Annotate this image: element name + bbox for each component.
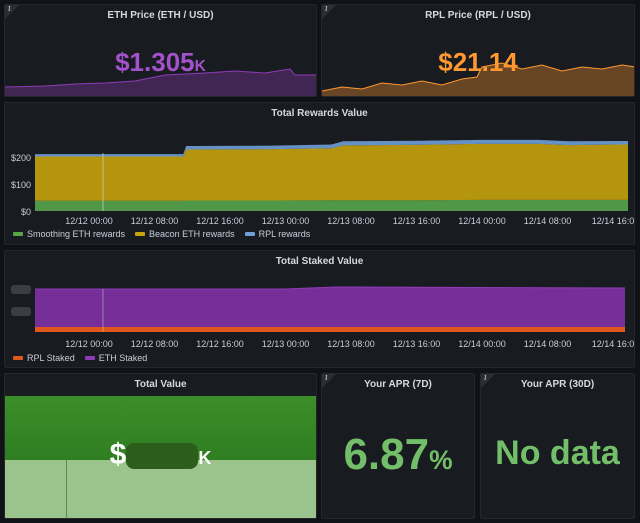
y-tick: $100: [11, 180, 31, 190]
value-unit: %: [429, 445, 453, 475]
x-tick: 12/13 16:00: [393, 216, 441, 226]
staked-legend: RPL Staked ETH Staked: [13, 353, 147, 363]
x-tick: 12/13 08:00: [327, 216, 375, 226]
staked-panel[interactable]: Total Staked Value 12/12 00:00 12/12 08:0…: [4, 250, 635, 368]
staked-chart[interactable]: 12/12 00:00 12/12 08:00 12/12 16:00 12/13 0…: [5, 251, 635, 368]
value-text: No data: [495, 434, 620, 472]
value-text: 6.87: [343, 430, 430, 479]
total-value: $ K: [5, 438, 316, 472]
apr-30d-panel[interactable]: i Your APR (30D) No data: [480, 373, 635, 519]
rewards-chart[interactable]: $200 $100 $0 12/12 00:00 12/12 08:00 12/12…: [5, 103, 635, 245]
beacon-area: [35, 143, 628, 201]
rewards-panel[interactable]: Total Rewards Value $200 $100 $0 12/12 0…: [4, 102, 635, 245]
panel-title: Total Value: [5, 374, 316, 396]
x-tick: 12/12 00:00: [65, 339, 113, 349]
eth-staked-area: [35, 287, 625, 327]
x-tick: 12/13 16:00: [393, 339, 441, 349]
x-tick: 12/14 16:0: [592, 339, 635, 349]
rewards-legend: Smoothing ETH rewards Beacon ETH rewards…: [13, 229, 310, 239]
value-unit: K: [194, 58, 206, 75]
legend-beacon[interactable]: Beacon ETH rewards: [135, 229, 235, 239]
x-tick: 12/14 08:00: [524, 216, 572, 226]
x-tick: 12/12 16:00: [196, 339, 244, 349]
panel-title: Your APR (7D): [364, 379, 432, 390]
x-tick: 12/13 08:00: [327, 339, 375, 349]
panel-title: Your APR (30D): [520, 379, 595, 390]
x-tick: 12/12 08:00: [131, 216, 179, 226]
y-tick: $200: [11, 153, 31, 163]
x-tick: 12/14 16:0: [592, 216, 635, 226]
y-tick: $0: [21, 207, 31, 217]
legend-eth-staked[interactable]: ETH Staked: [84, 353, 147, 363]
rpl-staked-area: [35, 327, 625, 332]
eth-price-panel[interactable]: i ETH Price (ETH / USD) $1.305K: [4, 4, 317, 97]
value-text: $21.14: [438, 47, 518, 77]
x-tick: 12/14 00:00: [458, 216, 506, 226]
value-unit: K: [198, 448, 212, 468]
rpl-price-panel[interactable]: i RPL Price (RPL / USD) $21.14: [321, 4, 635, 97]
x-tick: 12/14 08:00: [524, 339, 572, 349]
x-tick: 12/12 00:00: [65, 216, 113, 226]
legend-rpl-rewards[interactable]: RPL rewards: [244, 229, 310, 239]
eth-price-value: $1.305K: [5, 47, 316, 78]
x-tick: 12/13 00:00: [262, 216, 310, 226]
legend-rpl-staked[interactable]: RPL Staked: [13, 353, 75, 363]
value-text: $1.305: [115, 47, 195, 77]
apr-30d-value: No data: [481, 434, 634, 473]
redacted-y-tick: [11, 285, 31, 294]
rpl-price-value: $21.14: [322, 47, 634, 78]
legend-smoothing[interactable]: Smoothing ETH rewards: [13, 229, 125, 239]
total-value-panel[interactable]: Total Value $ K: [4, 373, 317, 519]
x-tick: 12/12 08:00: [131, 339, 179, 349]
apr-7d-panel[interactable]: i Your APR (7D) 6.87%: [321, 373, 475, 519]
value-prefix: $: [109, 438, 127, 471]
apr-7d-value: 6.87%: [322, 430, 474, 480]
redacted-value: [126, 443, 199, 470]
x-tick: 12/12 16:00: [196, 216, 244, 226]
smoothing-area: [35, 199, 628, 211]
x-tick: 12/14 00:00: [458, 339, 506, 349]
x-tick: 12/13 00:00: [262, 339, 310, 349]
redacted-y-tick: [11, 307, 31, 316]
